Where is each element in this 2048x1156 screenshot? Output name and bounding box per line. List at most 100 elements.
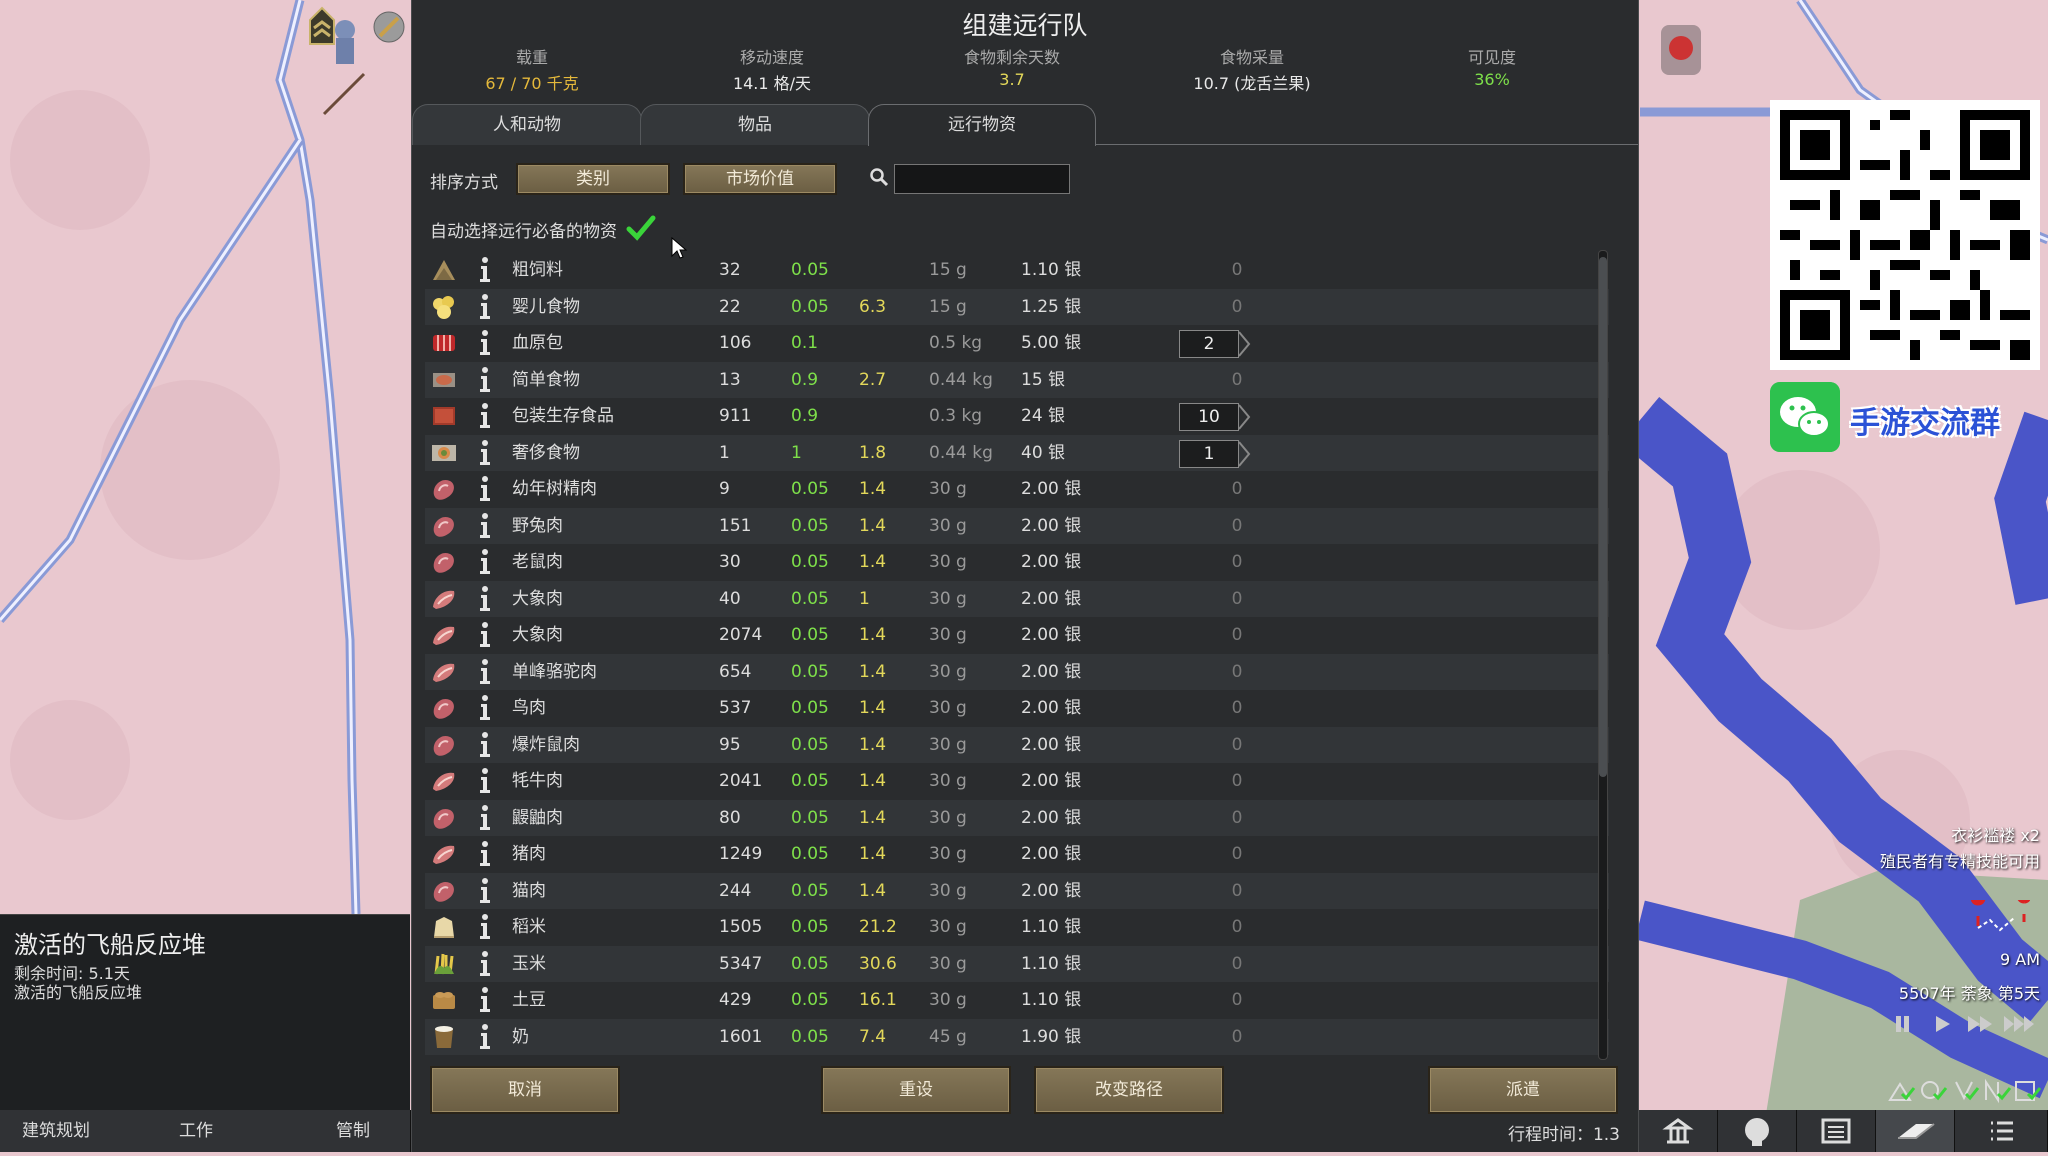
quantity-value[interactable]: 0: [1197, 909, 1277, 945]
quantity-value[interactable]: 0: [1197, 362, 1277, 398]
work-button[interactable]: 工作: [157, 1110, 336, 1152]
quantity-value[interactable]: 0: [1197, 800, 1277, 836]
menu-book-button[interactable]: [1876, 1110, 1955, 1152]
notice-ragged[interactable]: 衣衫褴褛 x2: [1951, 822, 2040, 846]
item-mass: 0.05: [791, 260, 829, 280]
table-row[interactable]: 大象肉 2074 0.05 1.4 30 g 2.00 银 0: [425, 617, 1609, 653]
pickaxe-marker-icon[interactable]: [372, 10, 406, 44]
quantity-value[interactable]: 0: [1197, 544, 1277, 580]
tab-travel-supplies[interactable]: 远行物资: [868, 104, 1096, 146]
quantity-field[interactable]: 10: [1179, 403, 1239, 431]
stat-forage-label: 食物采量: [1219, 48, 1284, 67]
table-row[interactable]: 单峰骆驼肉 654 0.05 1.4 30 g 2.00 银 0: [425, 653, 1609, 690]
quantity-value[interactable]: 0: [1197, 873, 1277, 909]
table-row[interactable]: 牦牛肉 2041 0.05 1.4 30 g 2.00 银 0: [425, 763, 1609, 799]
table-row[interactable]: 鸟肉 537 0.05 1.4 30 g 2.00 银 0: [425, 690, 1609, 726]
travel-time: 行程时间：1.3: [1507, 1125, 1620, 1145]
item-food-days: 6.3: [859, 296, 887, 317]
calendar-date: 5507年 荼象 第5天: [1898, 984, 2040, 1003]
search-input[interactable]: [894, 164, 1070, 194]
quantity-value[interactable]: 0: [1197, 690, 1277, 726]
item-market-value: 2.00 银: [1021, 625, 1082, 645]
quantity-field[interactable]: 1: [1179, 439, 1239, 468]
notice-skill[interactable]: 殖民者有专精技能可用: [1880, 848, 2040, 872]
change-route-button[interactable]: 改变路径: [1034, 1066, 1224, 1114]
tab-pawns[interactable]: 人和动物: [412, 104, 642, 145]
table-row[interactable]: 幼年树精肉 9 0.05 1.4 30 g 2.00 银 0: [425, 471, 1609, 507]
table-row[interactable]: 猪肉 1249 0.05 1.4 30 g 2.00 银 0: [425, 836, 1609, 872]
table-row[interactable]: 玉米 5347 0.05 30.6 30 g 1.10 银 0: [425, 945, 1609, 982]
speed-controls[interactable]: [1892, 1010, 2042, 1038]
research-button[interactable]: [1718, 1110, 1797, 1152]
reset-button[interactable]: 重设: [821, 1066, 1011, 1114]
faction-base-icon[interactable]: [1656, 20, 1706, 80]
table-row[interactable]: 大象肉 40 0.05 1 30 g 2.00 银 0: [425, 580, 1609, 617]
history-button[interactable]: [1797, 1110, 1876, 1152]
item-mass: 0.05: [791, 1026, 829, 1047]
alert-panel[interactable]: 激活的飞船反应堆 剩余时间: 5.1天 激活的飞船反应堆: [0, 914, 410, 1111]
sort-by-market-value-button[interactable]: 市场价值: [683, 163, 837, 195]
item-weight: 15 g: [929, 296, 967, 317]
quantity-value[interactable]: 0: [1197, 836, 1277, 872]
send-button[interactable]: 派遣: [1428, 1066, 1618, 1114]
tab-items[interactable]: 物品: [640, 104, 870, 145]
table-row[interactable]: 老鼠肉 30 0.05 1.4 30 g 2.00 银 0: [425, 544, 1609, 580]
chevron-right-icon[interactable]: [1237, 330, 1251, 358]
table-scrollbar[interactable]: [1598, 250, 1608, 1060]
table-row[interactable]: 稻米 1505 0.05 21.2 30 g 1.10 银 0: [425, 909, 1609, 945]
spear-marker-icon: [322, 72, 366, 116]
item-mass: 0.9: [791, 369, 819, 390]
table-row[interactable]: 包装生存食品 911 0.9 0.3 kg 24 银 10: [425, 398, 1609, 434]
table-row[interactable]: 猫肉 244 0.05 1.4 30 g 2.00 银 0: [425, 872, 1609, 909]
table-row[interactable]: 爆炸鼠肉 95 0.05 1.4 30 g 2.00 银 0: [425, 726, 1609, 763]
cancel-button[interactable]: 取消: [430, 1066, 620, 1114]
chevron-right-icon[interactable]: [1237, 403, 1251, 431]
overlay-toggles[interactable]: [1886, 1074, 2046, 1106]
table-row[interactable]: 粗饲料 32 0.05 15 g 1.10 银 0: [425, 252, 1609, 288]
quantity-field[interactable]: 2: [1179, 330, 1239, 358]
item-food-days: 1.4: [859, 479, 887, 499]
item-name: 猪肉: [512, 844, 546, 864]
table-row[interactable]: 土豆 429 0.05 16.1 30 g 1.10 银 0: [425, 982, 1609, 1018]
quantity-value[interactable]: 0: [1197, 289, 1277, 325]
dialog-title: 组建远行队: [962, 11, 1088, 40]
quantity-value[interactable]: 0: [1197, 508, 1277, 544]
quantity-value[interactable]: 0: [1197, 471, 1277, 507]
colonist-marker-icon[interactable]: [330, 18, 360, 68]
table-row[interactable]: 鼹鼬肉 80 0.05 1.4 30 g 2.00 银 0: [425, 799, 1609, 836]
quantity-value[interactable]: 0: [1197, 763, 1277, 799]
item-name: 野兔肉: [512, 515, 563, 536]
item-market-value: 40 银: [1021, 442, 1066, 463]
quantity-value[interactable]: 0: [1197, 946, 1277, 982]
info-icon[interactable]: [478, 1019, 492, 1059]
quantity-value[interactable]: 0: [1197, 581, 1277, 617]
quantity-value[interactable]: 0: [1197, 252, 1277, 288]
item-food-days: 1.4: [859, 771, 887, 791]
architect-button[interactable]: 建筑规划: [0, 1110, 179, 1152]
clock-time: 9 AM: [1999, 950, 2040, 969]
quantity-value[interactable]: 0: [1197, 1019, 1277, 1055]
checkmark-icon[interactable]: [626, 214, 656, 242]
table-row[interactable]: 野兔肉 151 0.05 1.4 30 g 2.00 银 0: [425, 507, 1609, 544]
table-row[interactable]: 简单食物 13 0.9 2.7 0.44 kg 15 银 0: [425, 361, 1609, 398]
table-row[interactable]: 奶 1601 0.05 7.4 45 g 1.90 银 0: [425, 1018, 1609, 1055]
table-row[interactable]: 血原包 106 0.1 0.5 kg 5.00 银 2: [425, 325, 1609, 361]
main-menu-button[interactable]: [1955, 1110, 2048, 1152]
quantity-value[interactable]: 0: [1197, 727, 1277, 763]
world-button[interactable]: [1639, 1110, 1718, 1152]
item-weight: 45 g: [929, 1026, 967, 1047]
item-name: 稻米: [512, 917, 546, 937]
item-count: 151: [719, 515, 752, 536]
quantity-value[interactable]: 0: [1197, 982, 1277, 1018]
quantity-value[interactable]: 0: [1197, 654, 1277, 690]
supplies-table[interactable]: 粗饲料 32 0.05 15 g 1.10 银 0 婴儿食物 22 0.05 6.3 15 g 1.2…: [425, 252, 1609, 1058]
quantity-value[interactable]: 0: [1197, 617, 1277, 653]
restrict-button[interactable]: 管制: [314, 1110, 411, 1152]
table-row[interactable]: 奢侈食物 1 1 1.8 0.44 kg 40 银 1: [425, 434, 1609, 471]
chevron-right-icon[interactable]: [1237, 440, 1251, 468]
table-row[interactable]: 婴儿食物 22 0.05 6.3 15 g 1.25 银 0: [425, 288, 1609, 325]
scrollbar-thumb[interactable]: [1599, 257, 1607, 777]
steak-icon: [430, 767, 458, 795]
sort-by-category-button[interactable]: 类别: [516, 163, 670, 195]
kibble-icon: [430, 256, 458, 284]
